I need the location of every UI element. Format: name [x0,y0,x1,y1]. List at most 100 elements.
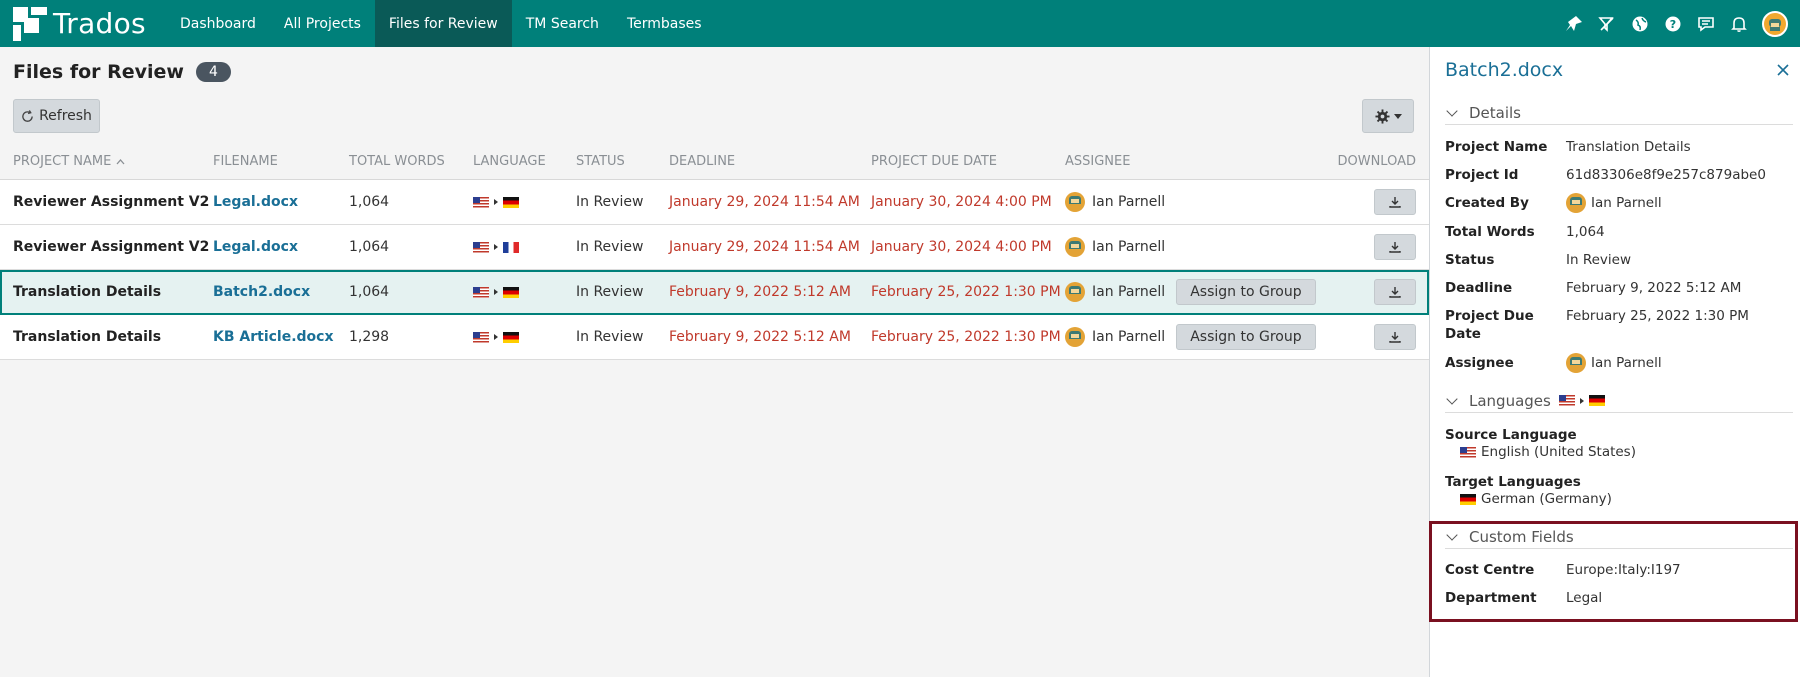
trados-logo[interactable]: Trados [0,0,166,47]
table-row[interactable]: Translation Details KB Article.docx 1,29… [0,315,1429,360]
language-pair [1558,395,1605,406]
arrow-right-icon [494,289,498,295]
bell-icon[interactable] [1729,14,1749,34]
assignee-avatar [1065,282,1085,302]
caret-down-icon [1393,113,1402,119]
table-row[interactable]: Reviewer Assignment V2 Legal.docx 1,064 … [0,180,1429,225]
details-heading: Details [1469,103,1522,122]
assignee-avatar [1566,353,1586,373]
german-flag-icon [1460,493,1476,505]
help-icon[interactable]: ? [1663,14,1683,34]
tab-all-projects[interactable]: All Projects [270,0,375,47]
column-header-project-due-date[interactable]: PROJECT DUE DATE [871,154,997,169]
globe-icon[interactable] [1630,14,1650,34]
custom-fields-section-toggle[interactable]: Custom Fields [1445,525,1793,549]
refresh-label: Refresh [39,108,92,124]
svg-text:?: ? [1670,18,1676,31]
tab-termbases[interactable]: Termbases [613,0,716,47]
project-due-date: January 30, 2024 4:00 PM [871,194,1052,210]
filename-link[interactable]: Legal.docx [213,239,298,255]
project-name: Translation Details [13,329,162,345]
project-name-label: Project Name [1445,139,1548,155]
us-flag-icon [1558,395,1575,406]
column-header-project-name[interactable]: PROJECT NAME [13,154,125,169]
us-flag-icon [473,331,489,343]
deadline-label: Deadline [1445,280,1513,296]
download-button[interactable] [1374,279,1416,305]
us-flag-icon [473,241,489,253]
download-icon [1389,242,1401,253]
assignee-label: Assignee [1445,355,1514,371]
details-section-toggle[interactable]: Details [1445,101,1793,125]
status-value: In Review [1566,252,1631,268]
language-pair [473,331,519,343]
german-flag-icon [1588,395,1605,406]
download-button[interactable] [1374,234,1416,260]
source-language-label: Source Language [1445,427,1577,443]
filter-icon[interactable] [1597,14,1617,34]
column-header-total-words[interactable]: TOTAL WORDS [349,154,445,169]
total-words: 1,298 [349,329,390,345]
deadline: February 9, 2022 5:12 AM [669,284,851,300]
column-header-filename[interactable]: FILENAME [213,154,278,169]
tab-tm-search[interactable]: TM Search [512,0,613,47]
column-header-deadline[interactable]: DEADLINE [669,154,735,169]
chat-icon[interactable] [1696,14,1716,34]
column-header-status[interactable]: STATUS [576,154,625,169]
project-due-date: February 25, 2022 1:30 PM [871,284,1061,300]
trados-logo-icon [13,6,47,41]
total-words: 1,064 [349,194,390,210]
language-pair [473,196,519,208]
filename-link[interactable]: KB Article.docx [213,329,334,345]
project-name-value: Translation Details [1566,139,1691,155]
tab-files-for-review[interactable]: Files for Review [374,0,512,47]
source-language-name: English (United States) [1481,444,1636,460]
us-flag-icon [473,196,489,208]
assignee: Ian Parnell [1065,192,1165,212]
languages-heading: Languages [1469,391,1551,410]
project-id-label: Project Id [1445,167,1519,183]
refresh-button[interactable]: Refresh [13,99,100,133]
column-header-assignee[interactable]: ASSIGNEE [1065,154,1130,169]
download-button[interactable] [1374,189,1416,215]
file-details-panel: Batch2.docx Details Project Name Transla… [1429,47,1800,677]
assignee-avatar [1065,327,1085,347]
pin-icon[interactable] [1564,14,1584,34]
column-header-language[interactable]: LANGUAGE [473,154,546,169]
project-due-date: February 25, 2022 1:30 PM [871,329,1061,345]
download-button[interactable] [1374,324,1416,350]
grid-settings-button[interactable] [1362,99,1414,133]
project-id-value: 61d83306e8f9e257c879abe0 [1566,167,1766,183]
languages-section-toggle[interactable]: Languages [1445,389,1793,413]
project-name: Translation Details [13,284,162,300]
table-row-selected[interactable]: Translation Details Batch2.docx 1,064 In… [0,270,1429,315]
total-words: 1,064 [349,284,390,300]
table-row[interactable]: Reviewer Assignment V2 Legal.docx 1,064 … [0,225,1429,270]
chevron-down-icon [1446,528,1458,541]
filename-link[interactable]: Batch2.docx [213,284,310,300]
project-due-date-value: February 25, 2022 1:30 PM [1566,308,1749,324]
table-header: PROJECT NAME FILENAME TOTAL WORDS LANGUA… [0,144,1429,180]
created-by-label: Created By [1445,195,1529,211]
panel-title: Batch2.docx [1445,59,1564,81]
source-language-value: English (United States) [1460,444,1636,460]
assignee-name: Ian Parnell [1092,194,1166,210]
column-header-download: DOWNLOAD [1337,154,1416,169]
assignee-avatar [1065,237,1085,257]
app-name: Trados [53,7,146,40]
department-value: Legal [1566,590,1603,606]
assign-to-group-button[interactable]: Assign to Group [1176,324,1316,350]
language-pair [473,286,519,298]
creator-avatar [1566,193,1586,213]
close-icon[interactable] [1774,61,1792,79]
assign-to-group-button[interactable]: Assign to Group [1176,279,1316,305]
project-due-date-label: Project Due Date [1445,308,1534,342]
deadline-value: February 9, 2022 5:12 AM [1566,280,1742,296]
deadline: February 9, 2022 5:12 AM [669,329,851,345]
tab-dashboard[interactable]: Dashboard [166,0,270,47]
user-avatar[interactable] [1762,10,1788,37]
filename-link[interactable]: Legal.docx [213,194,298,210]
assignee-name: Ian Parnell [1092,239,1166,255]
created-by-name: Ian Parnell [1591,195,1662,211]
chevron-down-icon [1446,392,1458,405]
